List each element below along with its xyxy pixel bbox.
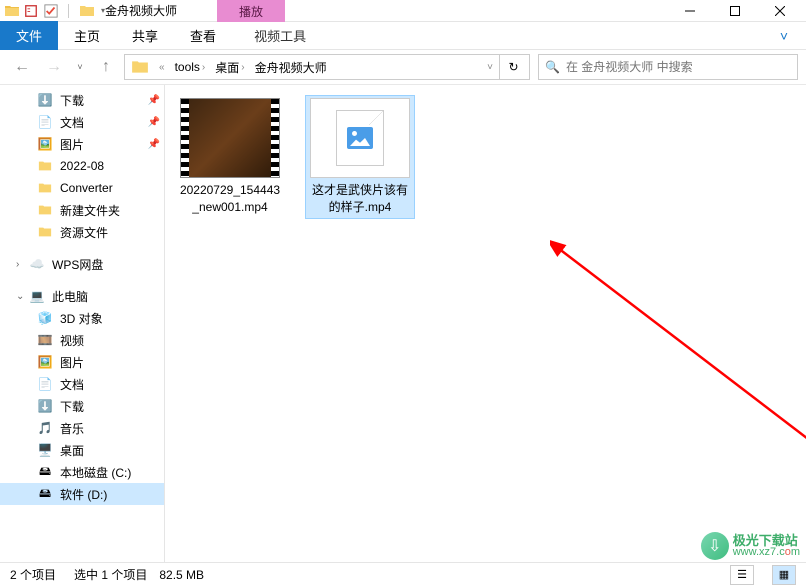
sidebar-desktop[interactable]: 🖥️桌面: [0, 439, 164, 461]
forward-button[interactable]: →: [40, 54, 68, 80]
minimize-button[interactable]: [667, 0, 712, 22]
pin-icon: 📌: [148, 95, 160, 106]
pin-icon: 📌: [148, 117, 160, 128]
file-name: 这才是武侠片该有的样子.mp4: [308, 182, 412, 216]
properties-icon[interactable]: [24, 4, 38, 18]
sidebar-folder[interactable]: 2022-08: [0, 155, 164, 177]
sidebar-wps[interactable]: ›☁️WPS网盘: [0, 253, 164, 275]
file-item-selected[interactable]: 这才是武侠片该有的样子.mp4: [305, 95, 415, 219]
watermark: ⇩ 极光下载站 www.xz7.com: [701, 532, 800, 560]
breadcrumb-item[interactable]: 桌面›: [211, 59, 250, 76]
item-count: 2 个项目: [10, 566, 56, 583]
sidebar-thispc[interactable]: ⌄💻此电脑: [0, 285, 164, 307]
sidebar-folder[interactable]: 新建文件夹: [0, 199, 164, 221]
folder-icon: [131, 58, 149, 76]
sidebar-item-downloads[interactable]: ⬇️下载📌: [0, 89, 164, 111]
checkbox-checked-icon[interactable]: [44, 4, 58, 18]
sidebar-documents[interactable]: 📄文档: [0, 373, 164, 395]
details-view-button[interactable]: ☰: [730, 565, 754, 585]
video-thumbnail: [180, 98, 280, 178]
navbar: ← → ˅ ↑ « tools› 桌面› 金舟视频大师 ˅ ↻ 🔍: [0, 50, 806, 84]
annotation-arrow: [550, 240, 806, 580]
up-button[interactable]: ↑: [92, 54, 120, 80]
sidebar-music[interactable]: 🎵音乐: [0, 417, 164, 439]
tab-file[interactable]: 文件: [0, 21, 58, 50]
maximize-button[interactable]: [712, 0, 757, 22]
window-title: 金舟视频大师: [105, 2, 177, 19]
collapse-ribbon-icon[interactable]: ˅: [780, 28, 788, 44]
sidebar-item-documents[interactable]: 📄文档📌: [0, 111, 164, 133]
sidebar-videos[interactable]: 🎞️视频: [0, 329, 164, 351]
search-icon: 🔍: [545, 60, 560, 74]
tab-home[interactable]: 主页: [58, 21, 116, 50]
sidebar-downloads[interactable]: ⬇️下载: [0, 395, 164, 417]
sidebar-folder[interactable]: Converter: [0, 177, 164, 199]
quick-access-toolbar: ▾: [24, 3, 105, 19]
generic-thumbnail: [310, 98, 410, 178]
back-button[interactable]: ←: [8, 54, 36, 80]
sidebar-drive-d[interactable]: 🖴软件 (D:): [0, 483, 164, 505]
search-input[interactable]: [566, 60, 791, 74]
icons-view-button[interactable]: ▦: [772, 565, 796, 585]
contextual-tab-header: 播放: [217, 0, 285, 22]
file-pane[interactable]: 20220729_154443_new001.mp4 这才是武侠片该有的样子.m…: [165, 85, 806, 562]
sidebar-pictures[interactable]: 🖼️图片: [0, 351, 164, 373]
breadcrumb-item[interactable]: 金舟视频大师: [251, 59, 331, 76]
tab-video-tools[interactable]: 视频工具: [238, 21, 322, 50]
watermark-icon: ⇩: [701, 532, 729, 560]
sidebar-folder[interactable]: 资源文件: [0, 221, 164, 243]
recent-locations-button[interactable]: ˅: [72, 54, 88, 80]
selection-info: 选中 1 个项目 82.5 MB: [74, 566, 204, 583]
breadcrumb-item[interactable]: tools›: [171, 60, 212, 74]
sidebar-3d-objects[interactable]: 🧊3D 对象: [0, 307, 164, 329]
search-box[interactable]: 🔍: [538, 54, 798, 80]
folder-app-icon: [4, 3, 20, 19]
titlebar: ▾ 金舟视频大师: [0, 0, 806, 22]
file-name: 20220729_154443_new001.mp4: [178, 182, 282, 216]
close-button[interactable]: [757, 0, 802, 22]
refresh-button[interactable]: ↻: [499, 55, 527, 79]
statusbar: 2 个项目 选中 1 个项目 82.5 MB ☰ ▦: [0, 562, 806, 586]
tab-view[interactable]: 查看: [174, 21, 232, 50]
nav-tree: ⬇️下载📌 📄文档📌 🖼️图片📌 2022-08 Converter 新建文件夹…: [0, 85, 165, 562]
folder-qat-icon[interactable]: [79, 3, 95, 19]
address-bar[interactable]: « tools› 桌面› 金舟视频大师 ˅ ↻: [124, 54, 530, 80]
ribbon: 文件 主页 共享 查看 视频工具 ˅: [0, 22, 806, 50]
file-item[interactable]: 20220729_154443_new001.mp4: [175, 95, 285, 219]
sidebar-drive-c[interactable]: 🖴本地磁盘 (C:): [0, 461, 164, 483]
tab-share[interactable]: 共享: [116, 21, 174, 50]
pin-icon: 📌: [148, 139, 160, 150]
sidebar-item-pictures[interactable]: 🖼️图片📌: [0, 133, 164, 155]
